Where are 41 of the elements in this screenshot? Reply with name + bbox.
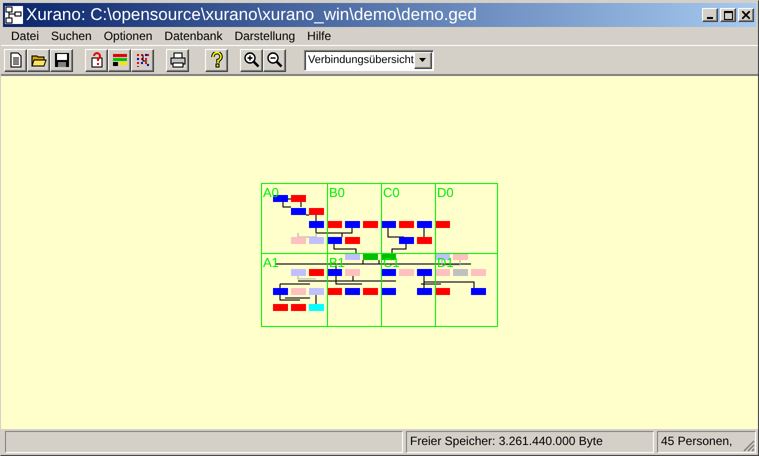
resize-grip-icon[interactable] — [743, 440, 755, 452]
minimize-button[interactable] — [702, 8, 718, 22]
zoom-in-button[interactable] — [240, 48, 263, 72]
print-button[interactable] — [166, 48, 189, 72]
grid-label: A1 — [263, 255, 279, 270]
new-button[interactable] — [4, 48, 27, 72]
grid-label: D0 — [437, 185, 454, 200]
open-button[interactable] — [27, 48, 50, 72]
maximize-icon — [724, 10, 732, 20]
new-document-icon — [8, 52, 24, 68]
view-dropdown[interactable]: Verbindungsübersicht — [304, 50, 434, 70]
zoom-in-icon — [244, 52, 260, 68]
zoom-out-icon — [266, 52, 282, 68]
status-text: 45 Personen, — [661, 434, 732, 448]
save-button[interactable] — [50, 48, 73, 72]
close-button[interactable] — [738, 8, 754, 22]
status-text: Freier Speicher: 3.261.440.000 Byte — [410, 434, 603, 448]
person-help-button[interactable] — [85, 48, 108, 72]
menu-item[interactable]: Darstellung — [228, 29, 302, 43]
menu-item[interactable]: Datei — [5, 29, 46, 43]
color-grid-icon — [112, 52, 128, 68]
maximize-button[interactable] — [720, 8, 736, 22]
help-button[interactable] — [205, 48, 228, 72]
menu-item[interactable]: Hilfe — [301, 29, 338, 43]
question-card-icon — [88, 52, 104, 68]
menu-item[interactable]: Datenbank — [158, 29, 228, 43]
grid-label: C0 — [383, 185, 400, 200]
menu-item[interactable]: Optionen — [98, 29, 158, 43]
question-mark-icon — [208, 52, 224, 68]
dot-grid-icon — [134, 52, 150, 68]
dropdown-arrow-icon — [419, 58, 427, 62]
grid-button[interactable] — [108, 48, 131, 72]
grid-label: A0 — [263, 185, 279, 200]
menu-item[interactable]: Suchen — [45, 29, 98, 43]
window-title: Xurano: C:\opensource\xurano\xurano_win\demo\demo.ged — [26, 5, 478, 25]
printer-icon — [170, 52, 186, 68]
zoom-out-button[interactable] — [263, 48, 286, 72]
close-icon — [742, 11, 750, 19]
app-icon — [5, 6, 23, 24]
grid-label: B0 — [329, 185, 345, 200]
dots-button[interactable] — [131, 48, 154, 72]
